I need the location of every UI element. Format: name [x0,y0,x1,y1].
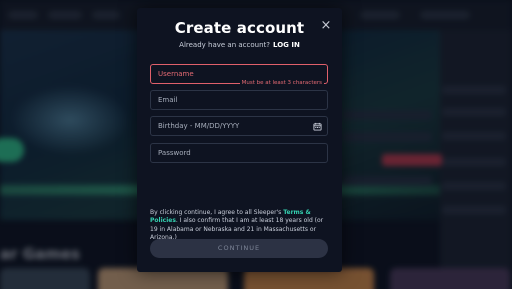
username-error: Must be at least 3 characters [239,80,324,86]
create-account-modal: × Create account Already have an account… [137,8,342,272]
login-link[interactable]: LOG IN [273,41,300,49]
login-prompt-text: Already have an account? [179,41,270,49]
email-field [150,90,328,110]
continue-button[interactable]: CONTINUE [150,239,328,258]
password-input[interactable] [151,144,327,162]
terms-text-before: By clicking continue, I agree to all Sle… [150,209,284,216]
terms-text-after: . I also confirm that I am at least 18 y… [150,217,324,242]
birthday-field [150,116,328,136]
login-prompt: Already have an account? LOG IN [137,41,342,49]
terms-notice: By clicking continue, I agree to all Sle… [150,209,330,243]
calendar-icon[interactable] [313,122,322,131]
email-input[interactable] [151,91,327,109]
username-field: Must be at least 3 characters [150,64,328,86]
password-field [150,143,328,163]
birthday-input[interactable] [151,117,327,135]
modal-title: Create account [174,19,305,37]
